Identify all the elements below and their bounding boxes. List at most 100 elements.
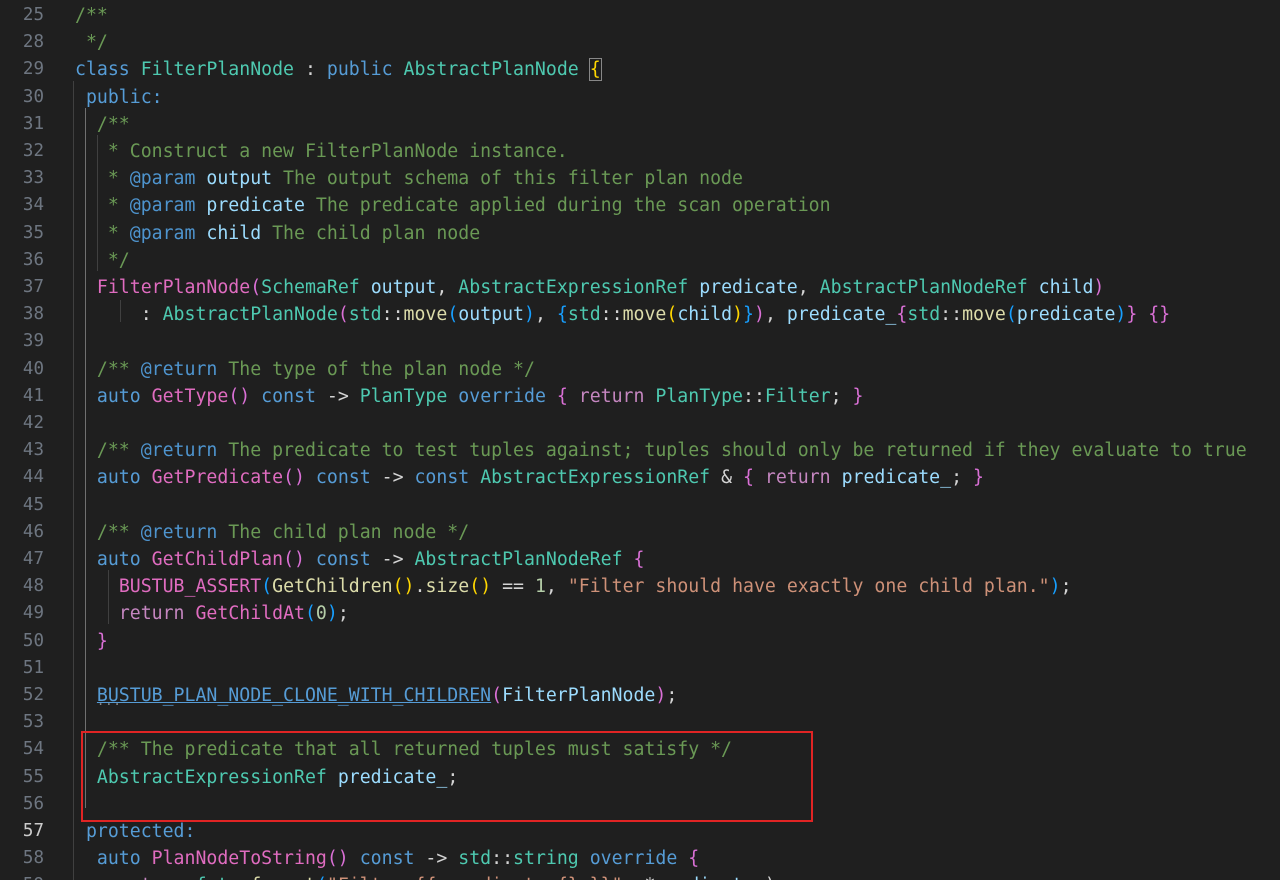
code-token: AbstractPlanNode xyxy=(403,59,579,81)
code-token: , xyxy=(534,304,557,326)
code-line[interactable]: 40 /** @return The type of the plan node… xyxy=(0,356,1280,383)
code-token: AbstractExpressionRef xyxy=(480,467,711,489)
code-text: /** xyxy=(75,2,108,29)
code-text: * @param child The child plan node xyxy=(75,220,480,247)
code-token: const xyxy=(304,467,382,489)
code-text: public: xyxy=(75,84,163,111)
code-token: ); xyxy=(765,875,787,880)
line-number: 46 xyxy=(22,521,44,542)
code-line[interactable]: 47 auto GetChildPlan() const -> Abstract… xyxy=(0,546,1280,573)
code-token: () xyxy=(283,549,305,570)
code-token: * Construct a new FilterPlanNode instanc… xyxy=(75,141,568,162)
code-line[interactable]: 55 AbstractExpressionRef predicate_; xyxy=(0,764,1280,791)
line-number: 34 xyxy=(22,195,44,216)
code-token: () xyxy=(283,467,305,489)
code-line[interactable]: 57 protected: xyxy=(0,818,1280,845)
code-line[interactable]: 53 xyxy=(0,709,1280,736)
code-line[interactable]: 36 */ xyxy=(0,247,1280,274)
code-line[interactable]: 50 } xyxy=(0,628,1280,655)
line-number: 32 xyxy=(22,141,44,161)
code-line[interactable]: 48 BUSTUB_ASSERT(GetChildren().size() ==… xyxy=(0,573,1280,600)
code-line[interactable]: 30 public: xyxy=(0,84,1280,111)
line-number: 48 xyxy=(22,576,44,597)
code-line[interactable]: 31 /** xyxy=(0,111,1280,138)
code-token: const xyxy=(414,467,481,489)
code-token: * xyxy=(75,222,130,244)
code-token: return xyxy=(567,385,656,407)
code-token: } xyxy=(96,630,108,652)
fold-ellipsis[interactable]: ... xyxy=(97,694,122,708)
code-token: public: xyxy=(75,86,163,108)
code-token: child xyxy=(677,304,733,326)
code-line[interactable]: 41 auto GetType() const -> PlanType over… xyxy=(0,383,1280,410)
code-line[interactable]: 25 /** xyxy=(0,2,1280,29)
code-token: */ xyxy=(75,32,108,54)
code-line[interactable]: 42 xyxy=(0,410,1280,437)
line-number: 31 xyxy=(22,113,44,134)
line-number: 43 xyxy=(22,440,44,461)
code-text: * Construct a new FilterPlanNode instanc… xyxy=(75,138,568,165)
code-token: child xyxy=(1038,277,1094,298)
code-token: predicate_ xyxy=(786,304,897,326)
code-line[interactable]: 32 * Construct a new FilterPlanNode inst… xyxy=(0,138,1280,165)
code-line[interactable]: 34 * @param predicate The predicate appl… xyxy=(0,192,1280,219)
code-token: const xyxy=(304,549,382,570)
code-line[interactable]: 45 xyxy=(0,492,1280,519)
code-token: PlanType xyxy=(655,385,744,407)
code-text: /** @return The type of the plan node */ xyxy=(75,356,535,383)
code-token: AbstractPlanNodeRef xyxy=(819,277,1028,298)
code-line[interactable]: 28 */ xyxy=(0,29,1280,56)
code-token: :: xyxy=(381,304,404,326)
code-token: auto xyxy=(75,385,152,407)
code-token: ( xyxy=(250,277,262,298)
code-token: FilterPlanNode xyxy=(140,59,295,81)
code-token: ; xyxy=(447,766,459,788)
code-line[interactable]: 51 xyxy=(0,655,1280,682)
code-text: */ xyxy=(75,29,108,56)
code-token: :: xyxy=(228,875,250,880)
code-token: The child plan node xyxy=(261,222,481,244)
code-token: } xyxy=(972,467,984,489)
code-token: ; xyxy=(1060,576,1072,598)
code-line[interactable]: 59 return fmt::format("Filter {{ predica… xyxy=(0,872,1280,880)
code-token: output xyxy=(458,304,524,326)
code-line[interactable]: 49 return GetChildAt(0); xyxy=(0,600,1280,627)
code-line[interactable]: 38 : AbstractPlanNode(std::move(output),… xyxy=(0,301,1280,328)
code-token: override xyxy=(447,385,557,407)
code-line[interactable]: 33 * @param output The output schema of … xyxy=(0,165,1280,192)
line-number: 56 xyxy=(22,793,44,814)
code-line[interactable]: 54 /** The predicate that all returned t… xyxy=(0,736,1280,763)
code-line[interactable]: 44 auto GetPredicate() const -> const Ab… xyxy=(0,464,1280,491)
line-number: 45 xyxy=(22,494,44,515)
line-number: 55 xyxy=(22,766,44,787)
code-line[interactable]: 29 class FilterPlanNode : public Abstract… xyxy=(0,56,1280,83)
code-token: return xyxy=(753,467,842,489)
code-token: The output schema of this filter plan no… xyxy=(272,168,743,190)
code-line[interactable]: 56 xyxy=(0,791,1280,818)
code-line[interactable]: 52 BUSTUB_PLAN_NODE_CLONE_WITH_CHILDREN(… xyxy=(0,682,1280,709)
code-text: return fmt::format("Filter {{ predicate=… xyxy=(75,872,787,880)
code-token: , xyxy=(764,304,787,326)
code-token: "Filter {{ predicate={} }}" xyxy=(327,875,623,880)
code-editor[interactable]: 25 /** 28 */ 29 class FilterPlanNode : publi… xyxy=(0,0,1280,880)
code-line[interactable]: 58 auto PlanNodeToString() const -> std:… xyxy=(0,845,1280,872)
code-line[interactable]: 39 xyxy=(0,328,1280,355)
code-token: predicate_ xyxy=(655,875,765,880)
code-token: :: xyxy=(600,304,623,326)
code-token: std xyxy=(458,848,492,870)
code-line[interactable]: 43 /** @return The predicate to test tup… xyxy=(0,437,1280,464)
code-token: ; xyxy=(830,385,853,407)
code-line[interactable]: 37 FilterPlanNode(SchemaRef output, Abst… xyxy=(0,274,1280,301)
line-number: 39 xyxy=(22,331,44,352)
code-token: ( xyxy=(447,304,459,326)
code-token: predicate_ xyxy=(337,766,448,788)
code-line[interactable]: 46 /** @return The child plan node */ xyxy=(0,519,1280,546)
code-token: @return xyxy=(140,358,218,380)
code-text: BUSTUB_ASSERT(GetChildren().size() == 1,… xyxy=(75,573,1072,600)
code-line[interactable]: 35 * @param child The child plan node xyxy=(0,220,1280,247)
code-token: { xyxy=(556,304,568,326)
code-token: : xyxy=(294,59,327,81)
